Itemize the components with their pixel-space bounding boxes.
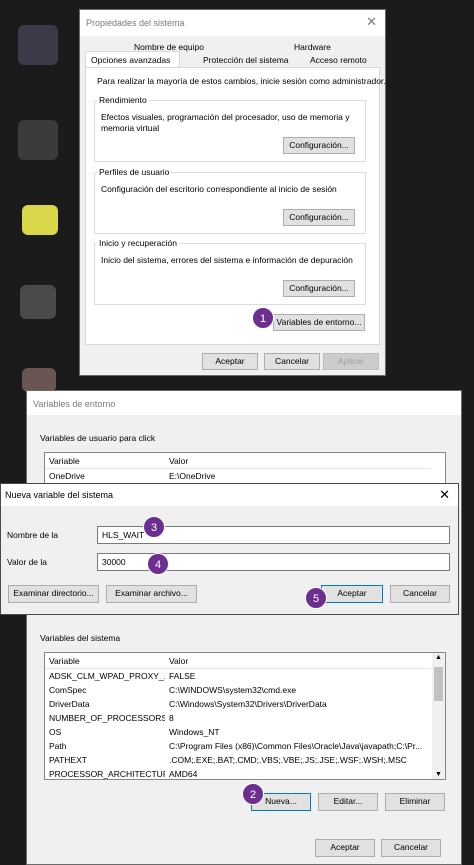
list-item[interactable]: ADSK_CLM_WPAD_PROXY_... FALSE — [45, 669, 431, 683]
window-title: Propiedades del sistema — [86, 18, 185, 28]
variable-name: PATHEXT — [49, 755, 87, 765]
close-icon[interactable]: ✕ — [366, 14, 377, 30]
desktop-icon — [22, 205, 58, 235]
performance-text: Efectos visuales, programación del proce… — [101, 112, 350, 133]
advanced-tab-panel: Para realizar la mayoría de estos cambio… — [85, 67, 386, 345]
title-bar: Variables de entorno — [27, 391, 461, 415]
variable-value: C:\Windows\System32\Drivers\DriverData — [169, 699, 327, 709]
tab-advanced-active[interactable]: Opciones avanzadas — [85, 51, 180, 68]
system-vars-label: Variables del sistema — [40, 633, 121, 643]
variable-name: ADSK_CLM_WPAD_PROXY_... — [49, 671, 165, 681]
delete-variable-button[interactable]: Eliminar — [385, 793, 445, 811]
performance-label: Rendimiento — [97, 95, 149, 105]
desktop-icon — [22, 368, 56, 392]
cancel-button[interactable]: Cancelar — [390, 585, 450, 603]
title-bar: Propiedades del sistema ✕ — [80, 10, 385, 36]
variable-value: C:\Program Files (x86)\Common Files\Orac… — [169, 741, 423, 751]
desktop-icon — [18, 25, 58, 65]
ok-button[interactable]: Aceptar — [315, 839, 375, 857]
column-header-value[interactable]: Valor — [169, 654, 431, 668]
desktop-icon — [18, 120, 58, 160]
scroll-thumb[interactable] — [434, 667, 443, 701]
list-item[interactable]: OS Windows_NT — [45, 725, 431, 739]
list-item[interactable]: PATHEXT .COM;.EXE;.BAT;.CMD;.VBS;.VBE;.JS… — [45, 753, 431, 767]
list-header: Variable Valor — [45, 454, 431, 469]
environment-variables-window: Variables de entorno Variables de usuari… — [26, 390, 462, 865]
profiles-settings-button[interactable]: Configuración... — [283, 209, 355, 226]
edit-variable-button[interactable]: Editar... — [318, 793, 378, 811]
admin-note: Para realizar la mayoría de estos cambio… — [97, 76, 386, 86]
ok-button[interactable]: Aceptar — [321, 585, 383, 603]
performance-settings-button[interactable]: Configuración... — [283, 137, 355, 154]
column-header-value[interactable]: Valor — [169, 454, 431, 468]
tab-system-protection[interactable]: Protección del sistema — [203, 55, 289, 65]
column-header-variable[interactable]: Variable — [49, 654, 165, 668]
user-vars-list[interactable]: Variable Valor OneDrive E:\OneDrive — [44, 452, 446, 487]
variable-name: PROCESSOR_ARCHITECTURE — [49, 769, 165, 779]
variable-name: OneDrive — [49, 471, 85, 481]
variable-value: 8 — [169, 713, 174, 723]
variable-name: Path — [49, 741, 67, 751]
list-item[interactable]: PROCESSOR_ARCHITECTURE AMD64 — [45, 767, 431, 779]
list-item[interactable]: OneDrive E:\OneDrive — [45, 469, 431, 483]
title-bar: Nueva variable del sistema ✕ — [1, 484, 458, 506]
variable-value: .COM;.EXE;.BAT;.CMD;.VBS;.VBE;.JS;.JSE;.… — [169, 755, 407, 765]
close-icon[interactable]: ✕ — [439, 487, 450, 503]
variable-value-label: Valor de la — [7, 557, 48, 567]
scroll-up-icon[interactable]: ▲ — [435, 654, 442, 661]
tab-advanced-label: Opciones avanzadas — [91, 55, 171, 65]
ok-button[interactable]: Aceptar — [202, 353, 258, 370]
variable-name: NUMBER_OF_PROCESSORS — [49, 713, 165, 723]
list-header: Variable Valor — [45, 654, 431, 669]
cancel-button[interactable]: Cancelar — [264, 353, 320, 370]
list-item[interactable]: NUMBER_OF_PROCESSORS 8 — [45, 711, 431, 725]
desktop-icon — [20, 285, 56, 319]
variable-name: ComSpec — [49, 685, 87, 695]
user-vars-label: Variables de usuario para click — [40, 433, 156, 443]
startup-text: Inicio del sistema, errores del sistema … — [101, 255, 353, 265]
startup-settings-button[interactable]: Configuración... — [283, 280, 355, 297]
startup-label: Inicio y recuperación — [97, 238, 179, 248]
list-item[interactable]: DriverData C:\Windows\System32\Drivers\Dr… — [45, 697, 431, 711]
variable-value: Windows_NT — [169, 727, 220, 737]
variable-name: DriverData — [49, 699, 90, 709]
profiles-label: Perfiles de usuario — [97, 167, 172, 177]
apply-button[interactable]: Aplicar — [323, 353, 379, 370]
step-badge-3: 3 — [143, 516, 165, 538]
tab-hardware[interactable]: Hardware — [294, 42, 331, 52]
variable-value: E:\OneDrive — [169, 471, 216, 481]
new-system-variable-dialog: Nueva variable del sistema ✕ Nombre de l… — [0, 483, 459, 615]
variable-value: C:\WINDOWS\system32\cmd.exe — [169, 685, 297, 695]
browse-directory-button[interactable]: Examinar directorio... — [8, 585, 99, 603]
system-vars-list[interactable]: Variable Valor ADSK_CLM_WPAD_PROXY_... FA… — [44, 652, 446, 780]
vertical-scrollbar[interactable]: ▲ ▼ — [432, 653, 445, 779]
scroll-down-icon[interactable]: ▼ — [435, 771, 442, 778]
step-badge-5: 5 — [305, 587, 327, 609]
browse-file-button[interactable]: Examinar archivo... — [106, 585, 197, 603]
system-properties-window: Propiedades del sistema ✕ Nombre de equi… — [79, 9, 386, 376]
startup-group: Inicio y recuperación Inicio del sistema… — [94, 238, 366, 305]
dialog-title: Nueva variable del sistema — [5, 490, 114, 500]
variable-value: FALSE — [169, 671, 196, 681]
variable-name: OS — [49, 727, 62, 737]
window-title: Variables de entorno — [33, 399, 116, 409]
step-badge-1: 1 — [252, 307, 274, 329]
profiles-text: Configuración del escritorio correspondi… — [101, 184, 337, 194]
variable-value: AMD64 — [169, 769, 198, 779]
list-item[interactable]: ComSpec C:\WINDOWS\system32\cmd.exe — [45, 683, 431, 697]
performance-group: Rendimiento Efectos visuales, programaci… — [94, 95, 366, 162]
step-badge-4: 4 — [147, 553, 169, 575]
tab-remote-access[interactable]: Acceso remoto — [310, 55, 367, 65]
environment-variables-button[interactable]: Variables de entorno... — [273, 314, 365, 331]
profiles-group: Perfiles de usuario Configuración del es… — [94, 167, 366, 234]
list-item[interactable]: Path C:\Program Files (x86)\Common Files\… — [45, 739, 431, 753]
column-header-variable[interactable]: Variable — [49, 454, 165, 468]
variable-name-label: Nombre de la — [7, 530, 59, 540]
step-badge-2: 2 — [242, 783, 264, 805]
cancel-button[interactable]: Cancelar — [381, 839, 441, 857]
